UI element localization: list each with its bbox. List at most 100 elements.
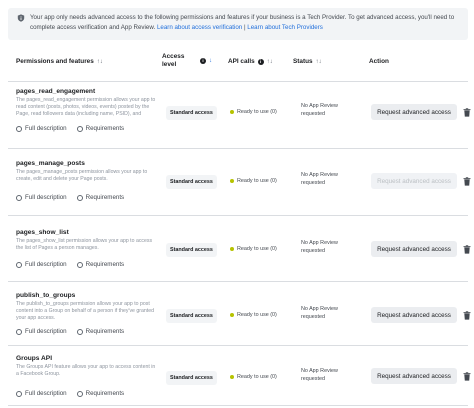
plus-circle-icon <box>76 194 83 201</box>
trash-icon[interactable] <box>463 311 471 320</box>
ready-dot-icon <box>230 247 234 251</box>
header-api-calls[interactable]: API calls i ↑↓ <box>228 58 273 65</box>
api-calls-label: Ready to use (0) <box>237 109 277 115</box>
plus-circle-icon <box>76 125 83 132</box>
table-row: publish_to_groups The publish_to_groups … <box>8 282 471 346</box>
request-advanced-access-button[interactable]: Request advanced access <box>371 104 457 120</box>
header-action-label: Action <box>369 58 389 65</box>
api-calls-label: Ready to use (0) <box>237 178 277 184</box>
header-permissions-label: Permissions and features <box>16 58 94 65</box>
full-description-link[interactable]: Full description <box>16 261 67 268</box>
row-links: Full description Requirements <box>16 328 124 335</box>
header-status-label: Status <box>293 58 313 65</box>
full-description-label: Full description <box>25 125 67 132</box>
api-calls-status: Ready to use (0) <box>230 312 277 318</box>
ready-dot-icon <box>230 313 234 317</box>
full-description-label: Full description <box>25 194 67 201</box>
requirements-link[interactable]: Requirements <box>76 125 125 132</box>
trash-icon[interactable] <box>463 108 471 117</box>
permission-description: The pages_manage_posts permission allows… <box>16 169 148 183</box>
review-status: No App Review requested <box>301 368 338 382</box>
access-level-badge: Standard access <box>166 175 217 189</box>
plus-circle-icon <box>16 390 22 397</box>
full-description-link[interactable]: Full description <box>16 194 67 201</box>
requirements-label: Requirements <box>85 261 125 268</box>
requirements-label: Requirements <box>85 194 125 201</box>
api-calls-label: Ready to use (0) <box>237 312 277 318</box>
request-advanced-access-button[interactable]: Request advanced access <box>371 368 457 384</box>
full-description-link[interactable]: Full description <box>16 125 67 132</box>
permission-description: The pages_show_list permission allows yo… <box>16 238 153 252</box>
api-calls-status: Ready to use (0) <box>230 246 277 252</box>
full-description-link[interactable]: Full description <box>16 390 67 397</box>
plus-circle-icon <box>76 261 83 268</box>
review-status: No App Review requested <box>301 103 338 117</box>
table-row: Groups API The Groups API feature allows… <box>8 346 471 406</box>
plus-circle-icon <box>16 261 22 268</box>
review-status: No App Review requested <box>301 306 338 320</box>
plus-circle-icon <box>16 328 22 335</box>
trash-icon[interactable] <box>463 372 471 381</box>
full-description-label: Full description <box>25 261 67 268</box>
request-advanced-access-button[interactable]: Request advanced access <box>371 307 457 323</box>
sort-icon[interactable]: ↑↓ <box>97 59 103 65</box>
permission-name: publish_to_groups <box>16 292 76 299</box>
permission-name: pages_show_list <box>16 229 69 236</box>
header-permissions[interactable]: Permissions and features ↑↓ <box>16 58 103 65</box>
row-links: Full description Requirements <box>16 125 124 132</box>
sort-icon[interactable]: ↑↓ <box>267 59 273 65</box>
access-level-badge: Standard access <box>166 243 217 257</box>
permission-name: pages_read_engagement <box>16 88 96 95</box>
review-status: No App Review requested <box>301 172 338 186</box>
shield-info-icon <box>17 14 25 22</box>
requirements-link[interactable]: Requirements <box>76 194 125 201</box>
plus-circle-icon <box>76 390 83 397</box>
requirements-label: Requirements <box>85 390 125 397</box>
permission-name: Groups API <box>16 355 53 362</box>
access-level-badge: Standard access <box>166 309 217 323</box>
full-description-link[interactable]: Full description <box>16 328 67 335</box>
plus-circle-icon <box>76 328 83 335</box>
requirements-label: Requirements <box>85 328 125 335</box>
api-calls-label: Ready to use (0) <box>237 374 277 380</box>
permission-name: pages_manage_posts <box>16 160 85 167</box>
access-level-badge: Standard access <box>166 371 217 385</box>
ready-dot-icon <box>230 110 234 114</box>
request-advanced-access-button[interactable]: Request advanced access <box>371 173 457 189</box>
permission-description: The Groups API feature allows your app t… <box>16 364 156 378</box>
api-calls-label: Ready to use (0) <box>237 246 277 252</box>
api-calls-status: Ready to use (0) <box>230 374 277 380</box>
requirements-link[interactable]: Requirements <box>76 328 125 335</box>
sort-active-icon[interactable]: ↓ <box>209 58 212 64</box>
header-access-controls: i ↓ <box>200 58 212 64</box>
requirements-label: Requirements <box>85 125 125 132</box>
access-notice-banner: Your app only needs advanced access to t… <box>8 8 468 40</box>
requirements-link[interactable]: Requirements <box>76 390 125 397</box>
header-status[interactable]: Status ↑↓ <box>293 58 322 65</box>
row-links: Full description Requirements <box>16 194 124 201</box>
row-links: Full description Requirements <box>16 261 124 268</box>
permission-description: The publish_to_groups permission allows … <box>16 301 154 322</box>
review-status: No App Review requested <box>301 240 338 254</box>
plus-circle-icon <box>16 194 22 201</box>
full-description-label: Full description <box>25 390 67 397</box>
trash-icon[interactable] <box>463 177 471 186</box>
header-access-label: Access level <box>162 53 185 68</box>
header-access-level[interactable]: Access level <box>162 53 196 69</box>
info-icon[interactable]: i <box>257 58 264 65</box>
requirements-link[interactable]: Requirements <box>76 261 125 268</box>
plus-circle-icon <box>16 125 22 132</box>
table-header: Permissions and features ↑↓ Access level… <box>8 46 468 82</box>
access-verification-link[interactable]: Learn about access verification <box>157 24 242 31</box>
header-action: Action <box>369 58 389 65</box>
info-icon[interactable]: i <box>200 58 206 64</box>
table-row: pages_show_list The pages_show_list perm… <box>8 216 471 282</box>
trash-icon[interactable] <box>463 245 471 254</box>
ready-dot-icon <box>230 179 234 183</box>
permission-description: The pages_read_engagement permission all… <box>16 97 156 118</box>
request-advanced-access-button[interactable]: Request advanced access <box>371 241 457 257</box>
tech-providers-link[interactable]: Learn about Tech Providers <box>247 24 323 31</box>
sort-icon[interactable]: ↑↓ <box>316 59 322 65</box>
api-calls-status: Ready to use (0) <box>230 178 277 184</box>
header-api-label: API calls <box>228 58 255 65</box>
